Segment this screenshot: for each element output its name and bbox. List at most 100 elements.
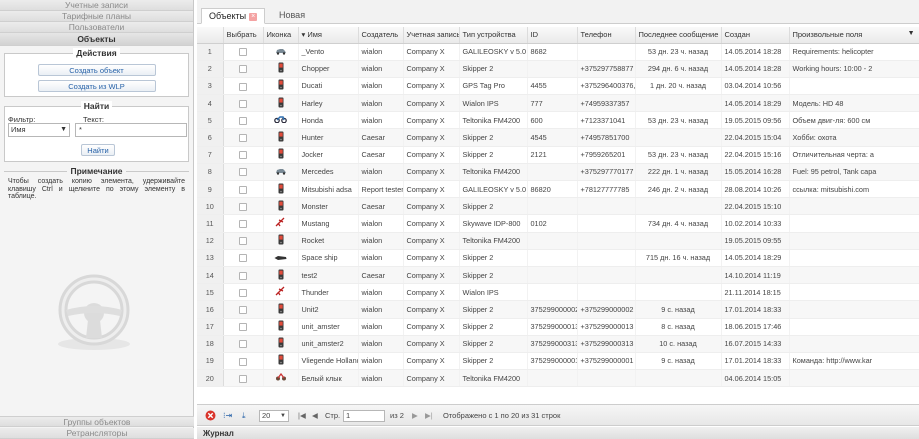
table-row[interactable]: 5 Honda wialon Company X Teltonika FM4200 600… xyxy=(197,111,919,130)
table-row[interactable]: 7 Jocker Caesar Company X Skipper 2 2121 +7959… xyxy=(197,146,919,164)
menu-accounts[interactable]: Учетные записи xyxy=(0,0,193,11)
icon-header[interactable]: Иконка xyxy=(263,27,299,44)
unit-name[interactable]: Mustang xyxy=(298,214,359,233)
create-object-button[interactable]: Создать объект xyxy=(37,64,156,76)
row-select-checkbox[interactable] xyxy=(223,352,264,371)
unit-name[interactable]: unit_amster2 xyxy=(298,335,359,353)
unit-name[interactable]: _Vento xyxy=(298,43,359,61)
phone-header[interactable]: Телефон xyxy=(577,27,636,44)
search-text-input[interactable]: * xyxy=(75,123,187,137)
row-select-checkbox[interactable] xyxy=(223,318,264,336)
unit-name[interactable]: Rocket xyxy=(298,232,359,250)
unit-name[interactable]: Chopper xyxy=(298,60,359,78)
table-row[interactable]: 9 Mitsubishi adsa Report tester Company X GA… xyxy=(197,180,919,199)
unit-name[interactable]: Ducati xyxy=(298,77,359,96)
tab-objects[interactable]: Объекты × xyxy=(201,8,266,24)
checkbox[interactable] xyxy=(239,48,247,57)
checkbox[interactable] xyxy=(239,374,247,383)
creator-header[interactable]: Создатель xyxy=(358,27,404,44)
create-from-wlp-button[interactable]: Создать из WLP xyxy=(37,80,156,92)
last-page-icon[interactable]: ▶| xyxy=(425,411,433,421)
checkbox[interactable] xyxy=(239,168,247,177)
created-header[interactable]: Создан xyxy=(721,27,790,44)
tab-new[interactable]: Новая xyxy=(272,8,312,24)
table-row[interactable]: 6 Hunter Caesar Company X Skipper 2 4545 +7495… xyxy=(197,128,919,147)
page-size-select[interactable]: 20 ▼ xyxy=(259,410,289,422)
table-row[interactable]: 3 Ducati wialon Company X GPS Tag Pro 4455 +37… xyxy=(197,77,919,96)
columns-icon[interactable]: ⁝⇥ xyxy=(223,411,232,421)
id-header[interactable]: ID xyxy=(527,27,578,44)
table-row[interactable]: 8 Mercedes wialon Company X Teltonika FM4200… xyxy=(197,163,919,182)
checkbox[interactable] xyxy=(239,185,247,194)
checkbox[interactable] xyxy=(239,151,247,160)
row-select-checkbox[interactable] xyxy=(223,128,264,147)
table-row[interactable]: 19 Vliegende HollanderwialonCompany XSkip… xyxy=(197,352,919,371)
first-page-icon[interactable]: |◀ xyxy=(298,411,306,421)
checkbox[interactable] xyxy=(239,134,247,143)
checkbox[interactable] xyxy=(239,288,247,297)
unit-name[interactable]: Белый клык xyxy=(298,369,359,388)
table-row[interactable]: 17 unit_amster wialon Company X Skipper 2 375… xyxy=(197,318,919,336)
unit-name[interactable]: Jocker xyxy=(298,146,359,164)
menu-users[interactable]: Пользователи xyxy=(0,22,193,33)
row-select-checkbox[interactable] xyxy=(223,111,264,130)
row-select-checkbox[interactable] xyxy=(223,94,264,113)
checkbox[interactable] xyxy=(239,202,247,211)
table-row[interactable]: 4 Harley wialon Company X Wialon IPS 777 +7495… xyxy=(197,94,919,113)
checkbox[interactable] xyxy=(239,340,247,349)
device-type-header[interactable]: Тип устройства xyxy=(459,27,528,44)
close-icon[interactable]: × xyxy=(249,12,258,21)
table-row[interactable]: 10 Monster Caesar Company X Skipper 2 22.04.2… xyxy=(197,197,919,216)
unit-name[interactable]: Thunder xyxy=(298,283,359,302)
table-row[interactable]: 1 _Vento wialon Company X GALILEOSKY v 5.0 86… xyxy=(197,43,919,61)
unit-name[interactable]: Monster xyxy=(298,197,359,216)
table-row[interactable]: 14 test2 Caesar Company X Skipper 2 14.10.201… xyxy=(197,266,919,285)
row-select-checkbox[interactable] xyxy=(223,283,264,302)
checkbox[interactable] xyxy=(239,305,247,314)
unit-name[interactable]: Mitsubishi adsa xyxy=(298,180,359,199)
checkbox[interactable] xyxy=(239,220,247,228)
row-select-checkbox[interactable] xyxy=(223,77,264,96)
table-row[interactable]: 12 Rocket wialon Company X Teltonika FM4200 1… xyxy=(197,232,919,250)
prev-page-icon[interactable]: ◀ xyxy=(312,411,318,421)
row-select-checkbox[interactable] xyxy=(223,60,264,78)
row-select-checkbox[interactable] xyxy=(223,266,264,285)
row-select-checkbox[interactable] xyxy=(223,43,264,61)
row-select-checkbox[interactable] xyxy=(223,197,264,216)
row-select-checkbox[interactable] xyxy=(223,163,264,182)
table-row[interactable]: 11 Mustang wialon Company X Skywave IDP-800 0… xyxy=(197,214,919,233)
checkbox[interactable] xyxy=(239,254,247,263)
table-row[interactable]: 15 Thunder wialon Company X Wialon IPS 21.11.… xyxy=(197,283,919,302)
name-header[interactable]: ▾ Имя xyxy=(298,27,359,44)
menu-tariff-plans[interactable]: Тарифные планы xyxy=(0,11,193,22)
unit-name[interactable]: Mercedes xyxy=(298,163,359,182)
row-select-checkbox[interactable] xyxy=(223,214,264,233)
next-page-icon[interactable]: ▶ xyxy=(412,411,418,421)
unit-name[interactable]: Space ship xyxy=(298,249,359,267)
filter-select[interactable]: Имя ▼ xyxy=(8,123,70,137)
log-panel-title[interactable]: Журнал xyxy=(197,427,919,439)
custom-fields-header[interactable]: Произвольные поля ▼ xyxy=(789,27,919,44)
row-select-checkbox[interactable] xyxy=(223,180,264,199)
checkbox[interactable] xyxy=(239,357,247,366)
column-menu-icon[interactable]: ▼ xyxy=(908,30,915,37)
row-select-checkbox[interactable] xyxy=(223,369,264,388)
table-row[interactable]: 18 unit_amster2 wialon Company X Skipper 2 37… xyxy=(197,335,919,353)
menu-retranslators[interactable]: Ретрансляторы xyxy=(0,428,194,439)
row-select-checkbox[interactable] xyxy=(223,335,264,353)
checkbox[interactable] xyxy=(239,237,247,246)
checkbox[interactable] xyxy=(239,271,247,280)
table-row[interactable]: 16 Unit2 wialon Company X Skipper 2 375299000… xyxy=(197,300,919,319)
row-select-checkbox[interactable] xyxy=(223,146,264,164)
unit-name[interactable]: Unit2 xyxy=(298,300,359,319)
row-select-checkbox[interactable] xyxy=(223,232,264,250)
unit-name[interactable]: Harley xyxy=(298,94,359,113)
unit-name[interactable]: Honda xyxy=(298,111,359,130)
stop-icon[interactable] xyxy=(205,410,216,421)
checkbox[interactable] xyxy=(239,65,247,74)
page-input[interactable]: 1 xyxy=(343,410,385,422)
checkbox[interactable] xyxy=(239,323,247,332)
account-header[interactable]: Учетная запись xyxy=(403,27,460,44)
checkbox[interactable] xyxy=(239,99,247,108)
table-row[interactable]: 13 Space ship wialon Company X Skipper 2 715 … xyxy=(197,249,919,267)
